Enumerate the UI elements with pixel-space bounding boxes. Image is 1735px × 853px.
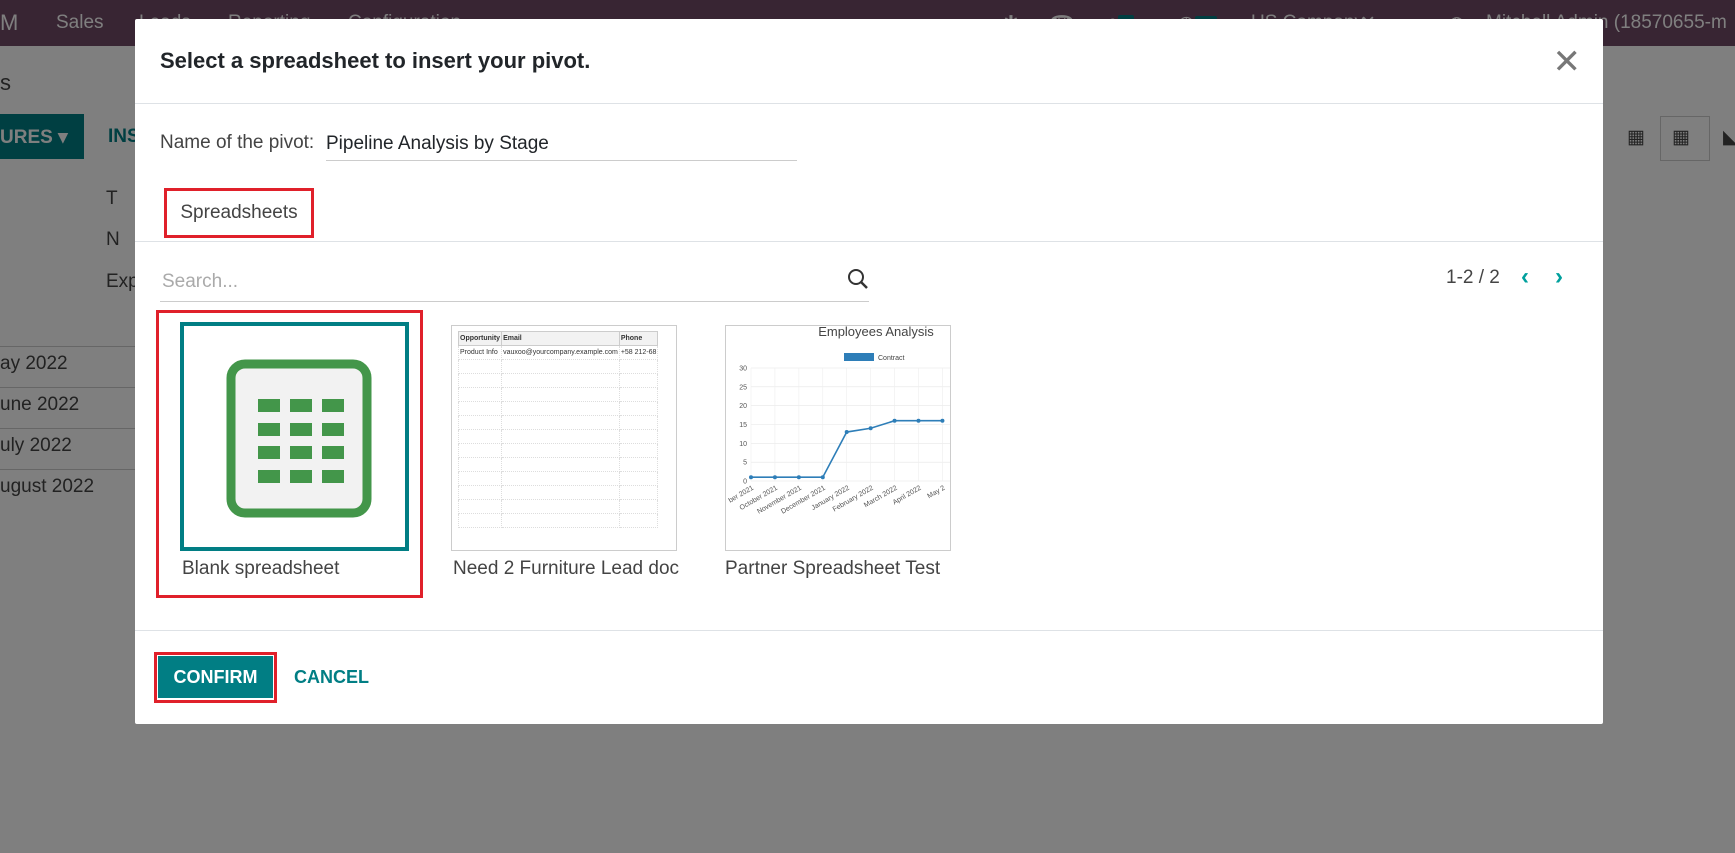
legend-swatch [844, 353, 874, 361]
preview-cell: Email [501, 331, 620, 346]
card-label[interactable]: Partner Spreadsheet Test [725, 558, 940, 580]
pivot-name-label: Name of the pivot: [160, 132, 315, 153]
chart-title: Employees Analysis [818, 326, 934, 339]
divider [135, 103, 1603, 104]
search-input[interactable] [160, 263, 869, 302]
spreadsheet-card[interactable]: Opportunity Email Phone Product Info vauxoo… [451, 325, 677, 551]
blank-spreadsheet-card[interactable] [180, 322, 409, 551]
data-point [868, 426, 873, 431]
spreadsheet-icon [226, 359, 372, 518]
data-point [772, 475, 777, 480]
pager-previous-icon[interactable]: ‹ [1521, 263, 1529, 291]
card-label[interactable]: Need 2 Furniture Lead doc [453, 558, 679, 580]
data-point [820, 475, 825, 480]
y-tick-label: 5 [743, 460, 747, 467]
data-point [844, 430, 849, 435]
preview-cell: Product Info [457, 345, 503, 360]
search-icon[interactable] [847, 268, 869, 290]
close-icon[interactable]: ✕ [1553, 45, 1582, 79]
y-tick-label: 0 [743, 479, 747, 486]
y-tick-label: 20 [739, 403, 747, 410]
preview-cell: Phone [618, 331, 659, 346]
y-tick-label: 10 [739, 441, 747, 448]
chart-preview: Employees Analysis Contract 0 5 10 15 20 25 30… [725, 325, 951, 551]
y-tick-label: 25 [739, 384, 747, 391]
data-point [892, 418, 897, 423]
tab-spreadsheets[interactable]: Spreadsheets [164, 188, 314, 238]
pager-value: 1-2 / 2 [1446, 267, 1500, 288]
spreadsheet-card[interactable]: Employees Analysis Contract 0 5 10 15 20 25 30… [725, 325, 951, 551]
divider [135, 630, 1603, 631]
y-tick-label: 30 [739, 366, 747, 373]
pager-next-icon[interactable]: › [1555, 263, 1563, 291]
line-chart: Employees Analysis Contract 0 5 10 15 20 25 30… [728, 326, 950, 516]
cancel-button[interactable]: CANCEL [294, 667, 369, 688]
pivot-name-input[interactable] [326, 127, 797, 161]
divider [135, 241, 1603, 242]
preview-cell: +58 212-68 [618, 345, 659, 360]
data-point [916, 418, 921, 423]
preview-cell: Opportunity [457, 331, 503, 346]
dialog-title: Select a spreadsheet to insert your pivo… [160, 48, 591, 73]
x-tick-label: May 2 [926, 485, 946, 501]
card-label[interactable]: Blank spreadsheet [182, 558, 339, 580]
data-point [940, 418, 945, 423]
preview-cell: vauxoo@yourcompany.example.com [501, 345, 620, 360]
data-point [749, 475, 753, 480]
spreadsheet-preview: Opportunity Email Phone Product Info vauxoo… [451, 325, 677, 551]
confirm-button[interactable]: CONFIRM [158, 656, 273, 698]
y-tick-label: 15 [739, 422, 747, 429]
legend-label: Contract [878, 355, 905, 362]
data-point [796, 475, 801, 480]
select-spreadsheet-dialog: Select a spreadsheet to insert your pivo… [135, 19, 1603, 724]
